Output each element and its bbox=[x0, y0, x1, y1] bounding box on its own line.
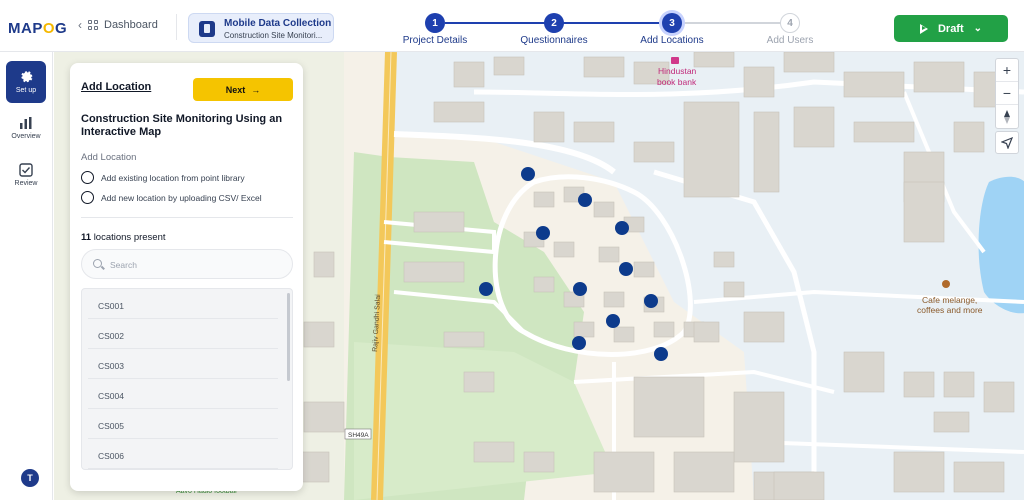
map-label-bookbank-line2: book bank bbox=[657, 77, 697, 87]
list-item[interactable]: CS003 bbox=[88, 353, 278, 379]
next-button[interactable]: Next → bbox=[193, 78, 293, 101]
list-item[interactable]: CS005 bbox=[88, 413, 278, 439]
locations-count: 11 locations present bbox=[81, 232, 166, 243]
step-1-label[interactable]: Project Details bbox=[403, 35, 467, 46]
list-item[interactable]: CS006 bbox=[88, 443, 278, 469]
location-marker[interactable] bbox=[573, 282, 587, 296]
count-text: locations present bbox=[93, 232, 166, 243]
location-marker[interactable] bbox=[606, 314, 620, 328]
compass-button[interactable] bbox=[996, 105, 1018, 128]
draft-label: Draft bbox=[937, 22, 964, 35]
search-box bbox=[81, 249, 293, 279]
arrow-right-icon: → bbox=[251, 84, 261, 95]
zoom-in-button[interactable]: + bbox=[996, 59, 1018, 82]
map-label-highway: SH49A bbox=[348, 432, 369, 439]
location-marker[interactable] bbox=[479, 282, 493, 296]
sidebar-item-overview[interactable]: Overview bbox=[6, 107, 46, 149]
checkbox-icon bbox=[19, 163, 33, 177]
gear-icon bbox=[21, 71, 33, 83]
project-chip[interactable]: Mobile Data Collection Construction Site… bbox=[188, 13, 334, 43]
book-icon bbox=[671, 57, 679, 64]
draft-button[interactable]: Draft ⌄ bbox=[894, 15, 1008, 42]
option-upload-csv[interactable]: Add new location by uploading CSV/ Excel bbox=[81, 191, 262, 204]
list-item[interactable]: CS002 bbox=[88, 323, 278, 349]
location-marker[interactable] bbox=[615, 221, 629, 235]
section-label: Add Location bbox=[81, 152, 137, 163]
scrollbar[interactable] bbox=[287, 293, 290, 381]
sidebar-label-overview: Overview bbox=[11, 133, 41, 140]
step-2-label[interactable]: Questionnaires bbox=[520, 35, 587, 46]
chevron-left-icon: ‹ bbox=[78, 18, 82, 32]
location-marker[interactable] bbox=[619, 262, 633, 276]
location-marker[interactable] bbox=[536, 226, 550, 240]
panel-title: Add Location bbox=[81, 81, 152, 93]
location-marker[interactable] bbox=[644, 294, 658, 308]
step-4-label[interactable]: Add Users bbox=[767, 35, 814, 46]
location-marker[interactable] bbox=[521, 167, 535, 181]
project-title: Mobile Data Collection bbox=[224, 18, 332, 29]
chevron-down-icon: ⌄ bbox=[973, 23, 983, 34]
top-bar: MAPOG ‹ Dashboard Mobile Data Collection… bbox=[0, 0, 1024, 52]
step-3-label[interactable]: Add Locations bbox=[640, 35, 703, 46]
user-avatar[interactable]: T bbox=[21, 469, 39, 487]
mapog-logo[interactable]: MAPOG bbox=[8, 20, 67, 37]
location-list[interactable]: CS001 CS002 CS003 CS004 CS005 CS006 bbox=[81, 288, 293, 470]
sidebar-item-review[interactable]: Review bbox=[6, 154, 46, 196]
location-marker[interactable] bbox=[654, 347, 668, 361]
option-label: Add new location by uploading CSV/ Excel bbox=[101, 192, 262, 203]
map-label-cafe-line1: Cafe melange, bbox=[922, 295, 977, 305]
step-connector bbox=[563, 22, 663, 24]
divider bbox=[176, 14, 177, 40]
project-subtitle: Construction Site Monitori... bbox=[224, 31, 323, 40]
next-label: Next bbox=[225, 84, 246, 95]
step-2-circle[interactable]: 2 bbox=[544, 13, 564, 33]
sidebar-item-setup[interactable]: Set up bbox=[6, 61, 46, 103]
left-sidebar: Set up Overview Review T bbox=[0, 52, 53, 500]
radio-button[interactable] bbox=[81, 171, 94, 184]
zoom-out-button[interactable]: − bbox=[996, 82, 1018, 105]
add-location-panel: Add Location Next → Construction Site Mo… bbox=[70, 63, 303, 491]
compass-icon bbox=[1004, 109, 1010, 124]
clipboard-icon bbox=[199, 21, 215, 37]
search-icon bbox=[93, 259, 102, 268]
step-connector bbox=[445, 22, 545, 24]
divider bbox=[81, 217, 293, 218]
step-4-circle[interactable]: 4 bbox=[780, 13, 800, 33]
map-label-bookbank-line1: Hindustan bbox=[658, 66, 697, 76]
bar-chart-icon bbox=[20, 117, 32, 129]
search-input[interactable] bbox=[110, 257, 280, 272]
step-connector bbox=[681, 22, 781, 24]
option-point-library[interactable]: Add existing location from point library bbox=[81, 171, 245, 184]
map-label-cafe-line2: coffees and more bbox=[917, 305, 983, 315]
project-name: Construction Site Monitoring Using an In… bbox=[81, 113, 283, 138]
cafe-icon bbox=[942, 280, 950, 288]
radio-button[interactable] bbox=[81, 191, 94, 204]
sidebar-label-setup: Set up bbox=[15, 87, 37, 94]
back-label: Dashboard bbox=[104, 19, 158, 31]
back-to-dashboard-button[interactable]: ‹ Dashboard bbox=[78, 18, 158, 32]
play-icon bbox=[919, 23, 928, 34]
location-marker[interactable] bbox=[578, 193, 592, 207]
sidebar-label-review: Review bbox=[14, 180, 38, 187]
location-marker[interactable] bbox=[572, 336, 586, 350]
step-1-circle[interactable]: 1 bbox=[425, 13, 445, 33]
list-item[interactable]: CS001 bbox=[88, 293, 278, 319]
step-3-circle[interactable]: 3 bbox=[662, 13, 682, 33]
zoom-controls: + − bbox=[995, 58, 1019, 129]
dashboard-grid-icon bbox=[88, 20, 98, 30]
list-item[interactable]: CS004 bbox=[88, 383, 278, 409]
locate-button[interactable] bbox=[995, 131, 1019, 154]
count-number: 11 bbox=[81, 232, 92, 243]
option-label: Add existing location from point library bbox=[101, 172, 245, 183]
navigation-arrow-icon bbox=[1001, 136, 1013, 149]
